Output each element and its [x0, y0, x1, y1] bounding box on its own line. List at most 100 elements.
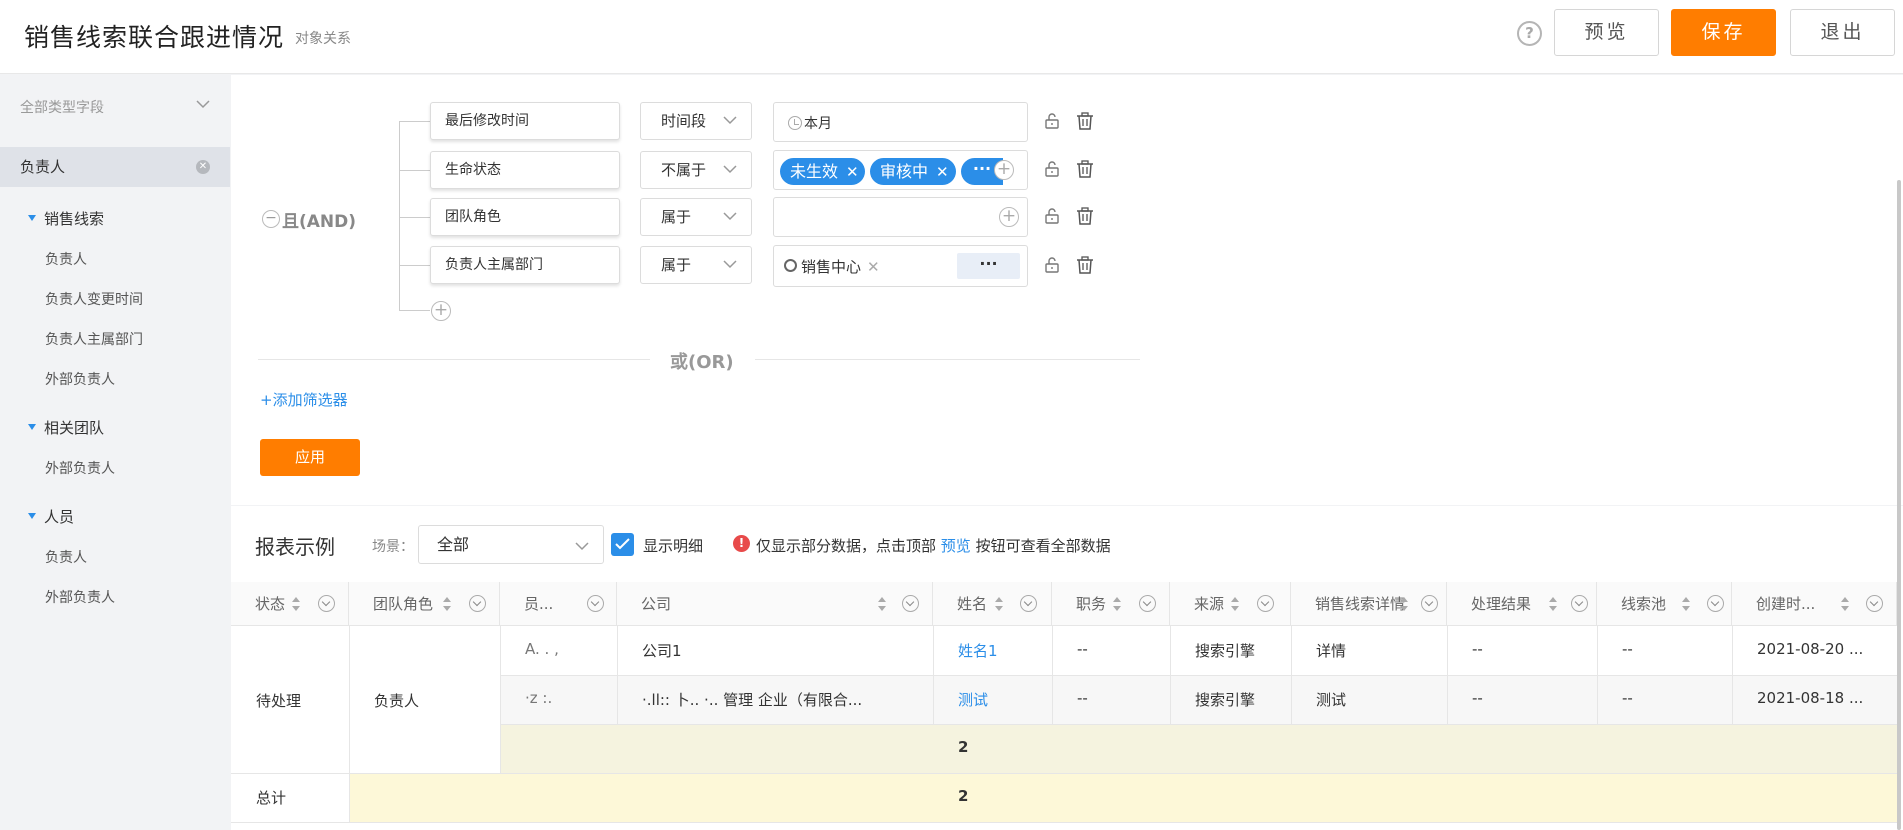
and-logic-label[interactable]: 且(AND) [282, 207, 356, 232]
name-link[interactable]: 测试 [958, 689, 988, 710]
sort-icon[interactable] [995, 597, 1003, 611]
value-tag[interactable]: 审核中 ✕ [870, 158, 956, 185]
filter-field[interactable]: 最后修改时间 [430, 102, 620, 140]
filter-operator[interactable]: 属于 [640, 246, 752, 284]
sidebar-group-people[interactable]: 人员 [28, 506, 74, 527]
filter-operator[interactable]: 不属于 [640, 151, 752, 189]
sort-icon[interactable] [1231, 597, 1239, 611]
filter-operator[interactable]: 时间段 [640, 102, 752, 140]
add-condition-icon[interactable]: + [431, 301, 451, 321]
column-header[interactable]: 姓名 [933, 582, 1052, 626]
sort-icon[interactable] [1549, 597, 1557, 611]
filter-dropdown-icon[interactable] [318, 595, 335, 612]
column-header[interactable]: 线索池 [1597, 582, 1732, 626]
filter-field[interactable]: 负责人主属部门 [430, 246, 620, 284]
filter-field[interactable]: 生命状态 [430, 151, 620, 189]
name-link[interactable]: 姓名1 [958, 640, 998, 661]
column-header[interactable]: 来源 [1170, 582, 1291, 626]
filter-dropdown-icon[interactable] [1139, 595, 1156, 612]
filter-dropdown-icon[interactable] [1421, 595, 1438, 612]
filter-dropdown-icon[interactable] [469, 595, 486, 612]
close-icon[interactable]: ✕ [867, 258, 880, 276]
sidebar-item[interactable]: 外部负责人 [45, 587, 115, 607]
sidebar-item[interactable]: 负责人 [45, 249, 87, 269]
filter-value-text: 本月 [804, 116, 832, 132]
sidebar-item[interactable]: 负责人主属部门 [45, 329, 143, 349]
filter-dropdown-icon[interactable] [902, 595, 919, 612]
dept-tag[interactable]: 销售中心 ✕ [784, 256, 880, 277]
preview-button[interactable]: 预览 [1554, 9, 1659, 56]
created-cell: 2021-08-20 ... [1757, 640, 1864, 658]
save-button[interactable]: 保存 [1671, 9, 1776, 56]
sidebar-item[interactable]: 外部负责人 [45, 458, 115, 478]
trash-icon[interactable] [1076, 207, 1094, 225]
field-type-select[interactable]: 全部类型字段 [20, 97, 210, 119]
filter-dropdown-icon[interactable] [1707, 595, 1724, 612]
column-header[interactable]: 团队角色 [349, 582, 500, 626]
filter-value[interactable]: 未生效 ✕ 审核中 ✕ ··· + [773, 150, 1028, 190]
clear-icon[interactable]: ✕ [196, 160, 210, 174]
filter-value[interactable]: 销售中心 ✕ ··· [773, 245, 1028, 287]
sort-icon[interactable] [443, 597, 451, 611]
sort-icon[interactable] [1113, 597, 1121, 611]
sidebar-item[interactable]: 负责人变更时间 [45, 289, 143, 309]
more-departments-button[interactable]: ··· [957, 253, 1020, 279]
filter-dropdown-icon[interactable] [1866, 595, 1883, 612]
sort-icon[interactable] [1400, 597, 1408, 611]
filter-value[interactable]: + [773, 197, 1028, 237]
scene-label: 场景： [372, 539, 414, 555]
filter-value[interactable]: 本月 [773, 102, 1028, 142]
column-header[interactable]: 员... [500, 582, 617, 626]
unlock-icon[interactable] [1045, 208, 1059, 224]
grid-line [500, 724, 1897, 725]
notice-preview-link[interactable]: 预览 [941, 537, 971, 555]
divider [258, 359, 650, 360]
sidebar-group-team[interactable]: 相关团队 [28, 417, 104, 438]
field-sidebar: 全部类型字段 负责人 ✕ 销售线索 负责人 负责人变更时间 负责人主属部门 外部… [0, 75, 230, 830]
filter-operator[interactable]: 属于 [640, 198, 752, 236]
collapse-group-icon[interactable]: − [262, 210, 280, 228]
column-header[interactable]: 职务 [1052, 582, 1170, 626]
apply-button[interactable]: 应用 [260, 439, 360, 476]
column-header[interactable]: 处理结果 [1447, 582, 1597, 626]
add-value-icon[interactable]: + [994, 160, 1014, 180]
column-header[interactable]: 公司 [617, 582, 933, 626]
sidebar-item[interactable]: 外部负责人 [45, 369, 115, 389]
grid-line [231, 773, 1897, 774]
page-subtitle: 对象关系 [295, 31, 351, 47]
sort-icon[interactable] [1841, 597, 1849, 611]
column-header[interactable]: 创建时... [1732, 582, 1897, 626]
column-header[interactable]: 状态 [231, 582, 349, 626]
question-circle-icon[interactable]: ? [1517, 21, 1542, 46]
show-detail-checkbox[interactable] [611, 533, 634, 556]
trash-icon[interactable] [1076, 160, 1094, 178]
unlock-icon[interactable] [1045, 257, 1059, 273]
filter-dropdown-icon[interactable] [1257, 595, 1274, 612]
vertical-scrollbar[interactable] [1897, 180, 1901, 830]
grid-line [500, 675, 1897, 676]
add-filter-link[interactable]: +添加筛选器 [260, 389, 348, 410]
scene-select[interactable]: 全部 [418, 525, 604, 564]
close-icon[interactable]: ✕ [936, 163, 949, 181]
value-tag[interactable]: 未生效 ✕ [780, 158, 865, 185]
filter-dropdown-icon[interactable] [587, 595, 604, 612]
notice-suffix: 按钮可查看全部数据 [975, 537, 1111, 555]
column-header[interactable]: 销售线索详情 [1291, 582, 1447, 626]
close-icon[interactable]: ✕ [846, 163, 859, 181]
filter-dropdown-icon[interactable] [1571, 595, 1588, 612]
sidebar-item[interactable]: 负责人 [45, 547, 87, 567]
sort-icon[interactable] [292, 597, 300, 611]
filter-field[interactable]: 团队角色 [430, 198, 620, 236]
unlock-icon[interactable] [1045, 113, 1059, 129]
add-value-icon[interactable]: + [999, 207, 1019, 227]
trash-icon[interactable] [1076, 112, 1094, 130]
sort-icon[interactable] [878, 597, 886, 611]
exit-button[interactable]: 退出 [1790, 9, 1895, 56]
unlock-icon[interactable] [1045, 161, 1059, 177]
sort-icon[interactable] [1682, 597, 1690, 611]
filter-dropdown-icon[interactable] [1020, 595, 1037, 612]
selected-field-chip[interactable]: 负责人 ✕ [0, 147, 230, 187]
sidebar-group-leads[interactable]: 销售线索 [28, 208, 104, 229]
trash-icon[interactable] [1076, 256, 1094, 274]
chevron-down-icon [575, 542, 589, 551]
